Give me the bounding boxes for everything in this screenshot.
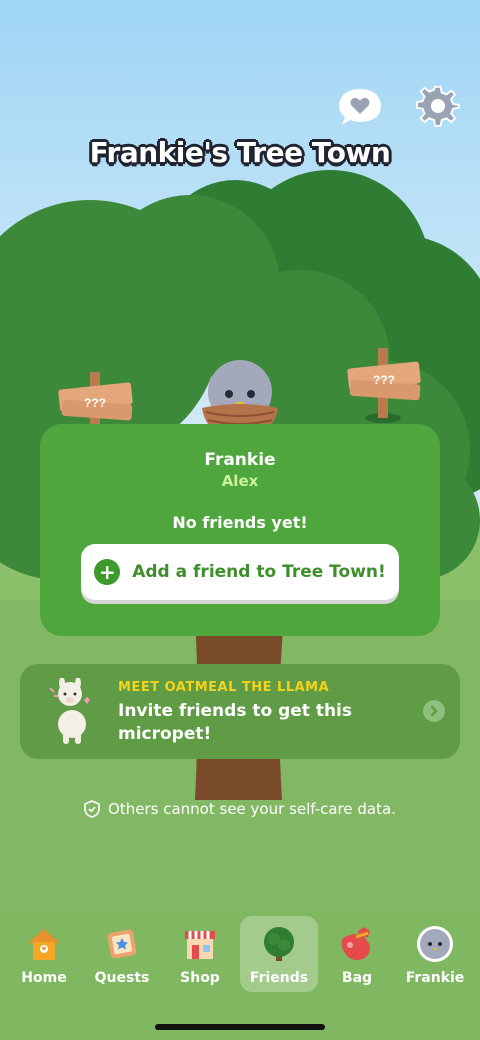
tab-label: Frankie bbox=[405, 970, 465, 986]
tree-icon bbox=[259, 924, 299, 964]
tab-label: Bag bbox=[341, 970, 373, 986]
tab-bar: Home Quests Shop Friends Bag Frankie bbox=[0, 910, 480, 1040]
tab-frankie[interactable]: Frankie bbox=[396, 916, 474, 992]
shield-check-icon bbox=[84, 800, 100, 818]
home-indicator bbox=[155, 1024, 325, 1030]
tab-quests[interactable]: Quests bbox=[83, 916, 161, 992]
plus-circle-icon: + bbox=[94, 559, 121, 585]
promo-text: Invite friends to get this micropet! bbox=[118, 701, 352, 744]
heart-speech-icon[interactable] bbox=[336, 84, 384, 132]
tab-home[interactable]: Home bbox=[5, 916, 83, 992]
friends-card: Frankie Alex No friends yet! + Add a fri… bbox=[40, 424, 440, 636]
bag-icon bbox=[337, 924, 377, 964]
owner-name: Alex bbox=[221, 472, 259, 490]
add-friend-button[interactable]: + Add a friend to Tree Town! bbox=[81, 544, 399, 600]
add-friend-label: Add a friend to Tree Town! bbox=[132, 562, 386, 582]
tab-label: Friends bbox=[249, 970, 309, 986]
tab-friends[interactable]: Friends bbox=[240, 916, 318, 992]
tab-shop[interactable]: Shop bbox=[161, 916, 239, 992]
privacy-note: Others cannot see your self-care data. bbox=[0, 800, 480, 818]
privacy-text: Others cannot see your self-care data. bbox=[108, 800, 396, 818]
shop-icon bbox=[180, 924, 220, 964]
llama-promo-banner[interactable]: MEET OATMEAL THE LLAMA Invite friends to… bbox=[20, 664, 460, 759]
tab-label: Quests bbox=[94, 970, 150, 986]
tab-label: Home bbox=[21, 970, 67, 986]
tab-bag[interactable]: Bag bbox=[318, 916, 396, 992]
no-friends-text: No friends yet! bbox=[172, 513, 308, 532]
sign-left-text: ??? bbox=[84, 396, 106, 410]
settings-gear-icon[interactable] bbox=[414, 82, 462, 130]
quest-icon bbox=[102, 924, 142, 964]
house-icon bbox=[24, 924, 64, 964]
tab-label: Shop bbox=[180, 970, 220, 986]
promo-kicker: MEET OATMEAL THE LLAMA bbox=[118, 680, 330, 695]
sign-right-text: ??? bbox=[373, 373, 395, 387]
bird-eye-right bbox=[247, 390, 255, 398]
pet-name: Frankie bbox=[204, 450, 276, 470]
chevron-right-icon[interactable] bbox=[423, 700, 445, 722]
bird-avatar-icon bbox=[415, 924, 455, 964]
page-title: Frankie's Tree Town bbox=[89, 136, 391, 169]
bird-eye-left bbox=[225, 390, 233, 398]
llama-icon bbox=[49, 678, 90, 744]
app-screen: ??? ??? Frankie's Tree Town Frankie Alex… bbox=[0, 0, 480, 1040]
